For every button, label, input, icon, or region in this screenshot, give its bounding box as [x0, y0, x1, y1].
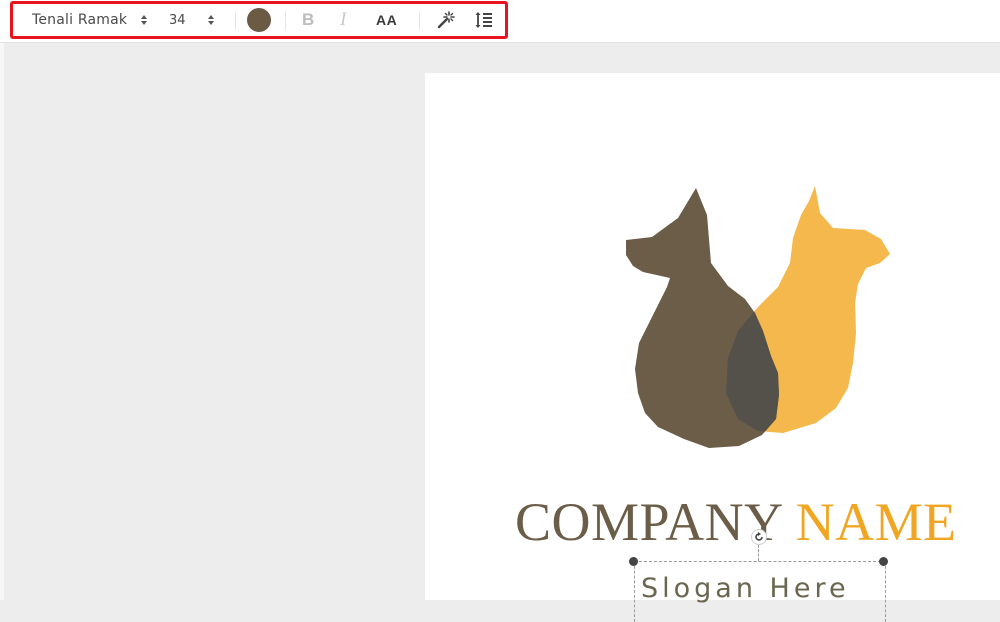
font-family-value: Tenali Ramak	[32, 12, 128, 28]
toolbar-divider	[419, 11, 420, 30]
font-family-stepper-icon[interactable]	[139, 4, 149, 36]
italic-button[interactable]: I	[340, 4, 346, 36]
rotate-handle[interactable]	[751, 529, 767, 545]
rotate-icon	[755, 532, 763, 541]
effects-button[interactable]	[436, 4, 456, 36]
text-color-button[interactable]	[247, 4, 271, 36]
font-family-select[interactable]: Tenali Ramak	[32, 4, 127, 36]
company-name-text[interactable]: COMPANY NAME	[515, 495, 957, 549]
text-toolbar: Tenali Ramak 34 B I AA	[10, 1, 508, 39]
dog-cat-logo[interactable]	[618, 183, 903, 453]
rotate-connector	[758, 545, 760, 561]
line-spacing-icon	[475, 12, 492, 28]
bold-button[interactable]: B	[302, 4, 314, 36]
color-swatch	[247, 8, 271, 32]
resize-handle-left[interactable]	[629, 557, 638, 566]
top-bar: Tenali Ramak 34 B I AA	[0, 0, 1000, 43]
uppercase-button[interactable]: AA	[376, 4, 397, 36]
magic-wand-icon	[437, 11, 455, 29]
toolbar-divider	[285, 11, 286, 30]
company-name-part2: NAME	[795, 492, 957, 552]
bold-label: B	[302, 10, 315, 29]
font-size-select[interactable]: 34	[169, 4, 186, 36]
uppercase-label: AA	[376, 12, 398, 28]
left-panel-edge	[0, 43, 4, 600]
font-size-value: 34	[169, 12, 186, 28]
font-size-stepper-icon[interactable]	[206, 4, 216, 36]
company-name-part1: COMPANY	[515, 492, 782, 552]
toolbar-divider	[235, 11, 236, 30]
italic-label: I	[340, 9, 347, 30]
design-canvas[interactable]: COMPANY NAME Slogan Here	[425, 73, 1000, 622]
resize-handle-right[interactable]	[879, 557, 888, 566]
slogan-text[interactable]: Slogan Here	[641, 573, 850, 604]
line-spacing-button[interactable]	[474, 4, 494, 36]
